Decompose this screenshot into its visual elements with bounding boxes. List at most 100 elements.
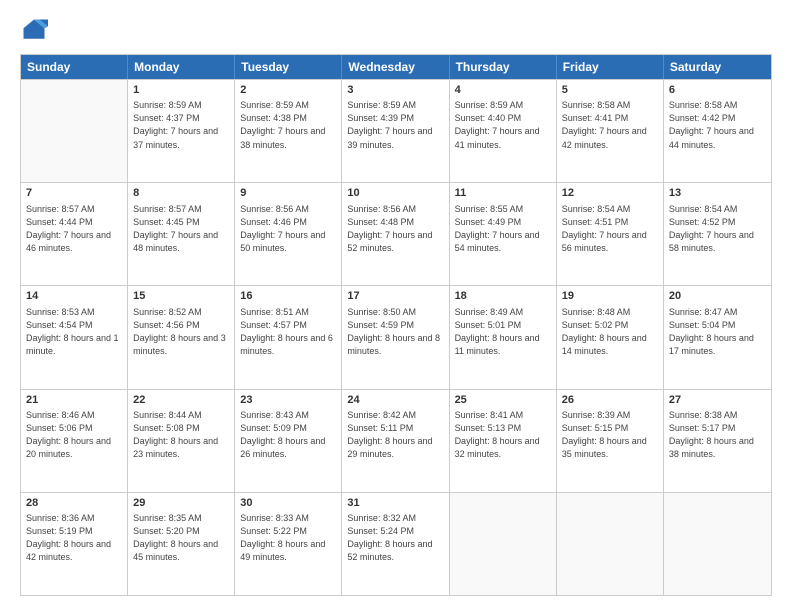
day-number: 12 (562, 186, 658, 201)
header-day-monday: Monday (128, 55, 235, 79)
day-number: 29 (133, 496, 229, 511)
day-number: 2 (240, 83, 336, 98)
header-day-sunday: Sunday (21, 55, 128, 79)
cell-info: Sunrise: 8:32 AMSunset: 5:24 PMDaylight:… (347, 512, 443, 564)
cell-info: Sunrise: 8:59 AMSunset: 4:39 PMDaylight:… (347, 99, 443, 151)
day-number: 17 (347, 289, 443, 304)
day-number: 6 (669, 83, 766, 98)
cal-cell-31: 31Sunrise: 8:32 AMSunset: 5:24 PMDayligh… (342, 493, 449, 595)
header-day-thursday: Thursday (450, 55, 557, 79)
cell-info: Sunrise: 8:38 AMSunset: 5:17 PMDaylight:… (669, 409, 766, 461)
logo-icon (20, 16, 48, 44)
cell-info: Sunrise: 8:57 AMSunset: 4:45 PMDaylight:… (133, 203, 229, 255)
cal-cell-2: 2Sunrise: 8:59 AMSunset: 4:38 PMDaylight… (235, 80, 342, 182)
cell-info: Sunrise: 8:42 AMSunset: 5:11 PMDaylight:… (347, 409, 443, 461)
cal-cell-23: 23Sunrise: 8:43 AMSunset: 5:09 PMDayligh… (235, 390, 342, 492)
day-number: 18 (455, 289, 551, 304)
day-number: 24 (347, 393, 443, 408)
cell-info: Sunrise: 8:39 AMSunset: 5:15 PMDaylight:… (562, 409, 658, 461)
cell-info: Sunrise: 8:43 AMSunset: 5:09 PMDaylight:… (240, 409, 336, 461)
cal-cell-empty-4-6 (664, 493, 771, 595)
cell-info: Sunrise: 8:49 AMSunset: 5:01 PMDaylight:… (455, 306, 551, 358)
cell-info: Sunrise: 8:54 AMSunset: 4:51 PMDaylight:… (562, 203, 658, 255)
day-number: 26 (562, 393, 658, 408)
cell-info: Sunrise: 8:48 AMSunset: 5:02 PMDaylight:… (562, 306, 658, 358)
day-number: 10 (347, 186, 443, 201)
header-day-wednesday: Wednesday (342, 55, 449, 79)
cal-cell-26: 26Sunrise: 8:39 AMSunset: 5:15 PMDayligh… (557, 390, 664, 492)
cal-cell-18: 18 Sunrise: 8:49 AMSunset: 5:01 PMDayligh… (450, 286, 557, 388)
calendar-header: SundayMondayTuesdayWednesdayThursdayFrid… (21, 55, 771, 79)
cell-info: Sunrise: 8:51 AMSunset: 4:57 PMDaylight:… (240, 306, 336, 358)
week-row-3: 21Sunrise: 8:46 AMSunset: 5:06 PMDayligh… (21, 389, 771, 492)
cal-cell-27: 27Sunrise: 8:38 AMSunset: 5:17 PMDayligh… (664, 390, 771, 492)
day-number: 22 (133, 393, 229, 408)
cal-cell-15: 15 Sunrise: 8:52 AMSunset: 4:56 PMDayligh… (128, 286, 235, 388)
day-number: 15 (133, 289, 229, 304)
cell-info: Sunrise: 8:50 AMSunset: 4:59 PMDaylight:… (347, 306, 443, 358)
cal-cell-14: 14Sunrise: 8:53 AMSunset: 4:54 PMDayligh… (21, 286, 128, 388)
cell-info: Sunrise: 8:59 AMSunset: 4:38 PMDaylight:… (240, 99, 336, 151)
cal-cell-19: 19 Sunrise: 8:48 AMSunset: 5:02 PMDayligh… (557, 286, 664, 388)
cell-info: Sunrise: 8:58 AMSunset: 4:41 PMDaylight:… (562, 99, 658, 151)
cell-info: Sunrise: 8:33 AMSunset: 5:22 PMDaylight:… (240, 512, 336, 564)
day-number: 7 (26, 186, 122, 201)
cal-cell-25: 25Sunrise: 8:41 AMSunset: 5:13 PMDayligh… (450, 390, 557, 492)
cal-cell-24: 24Sunrise: 8:42 AMSunset: 5:11 PMDayligh… (342, 390, 449, 492)
cell-info: Sunrise: 8:35 AMSunset: 5:20 PMDaylight:… (133, 512, 229, 564)
week-row-4: 28Sunrise: 8:36 AMSunset: 5:19 PMDayligh… (21, 492, 771, 595)
day-number: 30 (240, 496, 336, 511)
day-number: 11 (455, 186, 551, 201)
day-number: 13 (669, 186, 766, 201)
cal-cell-21: 21Sunrise: 8:46 AMSunset: 5:06 PMDayligh… (21, 390, 128, 492)
logo (20, 16, 52, 44)
day-number: 20 (669, 289, 766, 304)
cell-info: Sunrise: 8:59 AMSunset: 4:40 PMDaylight:… (455, 99, 551, 151)
cell-info: Sunrise: 8:36 AMSunset: 5:19 PMDaylight:… (26, 512, 122, 564)
cal-cell-4: 4Sunrise: 8:59 AMSunset: 4:40 PMDaylight… (450, 80, 557, 182)
cell-info: Sunrise: 8:46 AMSunset: 5:06 PMDaylight:… (26, 409, 122, 461)
calendar-body: 1Sunrise: 8:59 AMSunset: 4:37 PMDaylight… (21, 79, 771, 595)
cell-info: Sunrise: 8:56 AMSunset: 4:48 PMDaylight:… (347, 203, 443, 255)
cell-info: Sunrise: 8:53 AMSunset: 4:54 PMDaylight:… (26, 306, 122, 358)
week-row-2: 14Sunrise: 8:53 AMSunset: 4:54 PMDayligh… (21, 285, 771, 388)
calendar: SundayMondayTuesdayWednesdayThursdayFrid… (20, 54, 772, 596)
day-number: 3 (347, 83, 443, 98)
cal-cell-20: 20 Sunrise: 8:47 AMSunset: 5:04 PMDayligh… (664, 286, 771, 388)
day-number: 5 (562, 83, 658, 98)
cell-info: Sunrise: 8:56 AMSunset: 4:46 PMDaylight:… (240, 203, 336, 255)
cell-info: Sunrise: 8:47 AMSunset: 5:04 PMDaylight:… (669, 306, 766, 358)
cell-info: Sunrise: 8:54 AMSunset: 4:52 PMDaylight:… (669, 203, 766, 255)
cal-cell-17: 17 Sunrise: 8:50 AMSunset: 4:59 PMDayligh… (342, 286, 449, 388)
header-day-saturday: Saturday (664, 55, 771, 79)
cal-cell-5: 5Sunrise: 8:58 AMSunset: 4:41 PMDaylight… (557, 80, 664, 182)
day-number: 16 (240, 289, 336, 304)
cal-cell-empty-4-4 (450, 493, 557, 595)
day-number: 19 (562, 289, 658, 304)
cal-cell-9: 9 Sunrise: 8:56 AMSunset: 4:46 PMDaylight… (235, 183, 342, 285)
cell-info: Sunrise: 8:58 AMSunset: 4:42 PMDaylight:… (669, 99, 766, 151)
header-day-tuesday: Tuesday (235, 55, 342, 79)
cal-cell-7: 7Sunrise: 8:57 AMSunset: 4:44 PMDaylight… (21, 183, 128, 285)
header-day-friday: Friday (557, 55, 664, 79)
cell-info: Sunrise: 8:52 AMSunset: 4:56 PMDaylight:… (133, 306, 229, 358)
day-number: 9 (240, 186, 336, 201)
cal-cell-10: 10 Sunrise: 8:56 AMSunset: 4:48 PMDayligh… (342, 183, 449, 285)
cal-cell-22: 22Sunrise: 8:44 AMSunset: 5:08 PMDayligh… (128, 390, 235, 492)
day-number: 21 (26, 393, 122, 408)
cal-cell-13: 13 Sunrise: 8:54 AMSunset: 4:52 PMDayligh… (664, 183, 771, 285)
day-number: 4 (455, 83, 551, 98)
week-row-1: 7Sunrise: 8:57 AMSunset: 4:44 PMDaylight… (21, 182, 771, 285)
day-number: 8 (133, 186, 229, 201)
cell-info: Sunrise: 8:41 AMSunset: 5:13 PMDaylight:… (455, 409, 551, 461)
cal-cell-28: 28Sunrise: 8:36 AMSunset: 5:19 PMDayligh… (21, 493, 128, 595)
cal-cell-1: 1Sunrise: 8:59 AMSunset: 4:37 PMDaylight… (128, 80, 235, 182)
cal-cell-11: 11 Sunrise: 8:55 AMSunset: 4:49 PMDayligh… (450, 183, 557, 285)
day-number: 27 (669, 393, 766, 408)
cal-cell-6: 6Sunrise: 8:58 AMSunset: 4:42 PMDaylight… (664, 80, 771, 182)
day-number: 28 (26, 496, 122, 511)
cal-cell-30: 30Sunrise: 8:33 AMSunset: 5:22 PMDayligh… (235, 493, 342, 595)
week-row-0: 1Sunrise: 8:59 AMSunset: 4:37 PMDaylight… (21, 79, 771, 182)
cell-info: Sunrise: 8:44 AMSunset: 5:08 PMDaylight:… (133, 409, 229, 461)
cell-info: Sunrise: 8:55 AMSunset: 4:49 PMDaylight:… (455, 203, 551, 255)
